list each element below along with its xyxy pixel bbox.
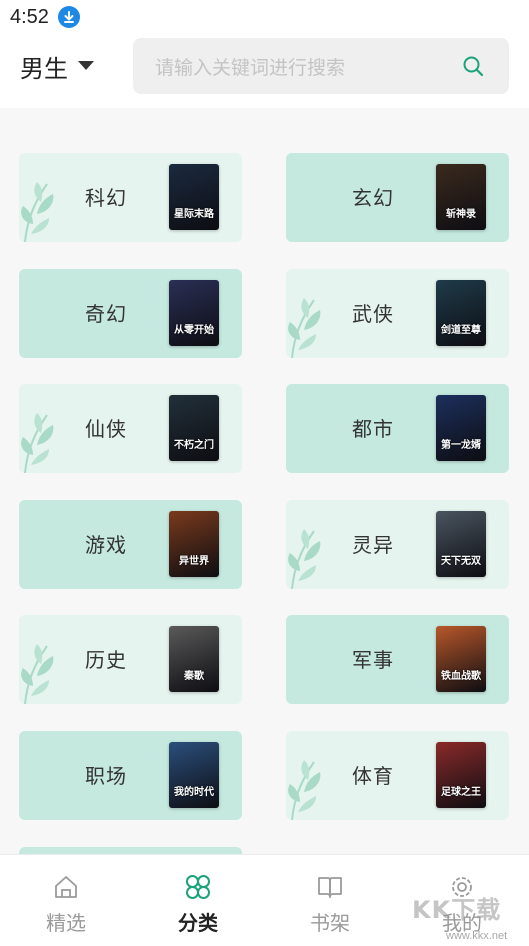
category-label: 军事	[352, 648, 394, 673]
category-label: 游戏	[85, 532, 127, 557]
watermark: KK下载 www.kkx.net	[412, 890, 529, 946]
leaf-decoration-icon	[19, 640, 65, 705]
leaf-decoration-icon	[286, 756, 332, 820]
book-cover-title: 从零开始	[174, 324, 214, 336]
category-card[interactable]: 灵异天下无双	[286, 499, 509, 589]
book-cover-title: 剑道至尊	[441, 324, 481, 336]
category-card[interactable]: 历史秦歌	[19, 615, 242, 705]
book-cover-title: 铁血战歌	[441, 671, 481, 683]
search-input[interactable]: 请输入关键词进行搜索	[133, 38, 509, 94]
category-label: 职场	[85, 764, 127, 788]
category-card[interactable]: 奇幻从零开始	[19, 268, 242, 358]
book-cover-title: 不朽之门	[174, 440, 214, 452]
category-card[interactable]: 玄幻斩神录	[286, 153, 509, 242]
category-card-partial[interactable]	[19, 846, 242, 854]
book-cover: 秦歌	[169, 626, 219, 693]
home-icon	[55, 876, 77, 898]
book-cover: 第一龙婿	[436, 395, 486, 462]
category-grid: 科幻 星际末路 玄幻 斩神录 奇幻 从零开始 武侠 剑道至尊 仙侠 不朽之门 都市 第一龙婿 游戏 异世界…	[0, 108, 529, 854]
category-card[interactable]: 军事铁血战歌	[286, 615, 509, 705]
category-card[interactable]: 体育足球之王	[286, 731, 509, 820]
status-time: 4:52	[10, 6, 49, 28]
category-label: 玄幻	[352, 186, 394, 210]
book-cover-title: 我的时代	[174, 787, 214, 798]
category-label: 都市	[352, 417, 394, 442]
book-cover: 异世界	[169, 510, 219, 577]
status-bar: 4:52	[0, 0, 529, 36]
leaf-decoration-icon	[19, 409, 65, 474]
book-cover-title: 斩神录	[446, 209, 476, 220]
category-card[interactable]: 游戏异世界	[19, 499, 242, 589]
category-label: 灵异	[352, 532, 394, 557]
book-cover: 剑道至尊	[436, 279, 486, 346]
book-cover: 天下无双	[436, 510, 486, 577]
category-card[interactable]: 科幻星际末路	[19, 153, 242, 242]
book-cover-title: 异世界	[179, 555, 209, 567]
search-placeholder: 请输入关键词进行搜索	[155, 57, 346, 79]
book-cover: 斩神录	[436, 164, 486, 230]
book-cover: 足球之王	[436, 742, 486, 808]
leaf-decoration-icon	[286, 294, 332, 358]
category-label: 武侠	[352, 301, 394, 326]
book-cover: 不朽之门	[169, 395, 219, 462]
nav-item-category[interactable]: 分类	[132, 855, 264, 946]
nav-item-bookshelf[interactable]: 书架	[264, 855, 396, 946]
book-cover-title: 星际末路	[174, 209, 214, 220]
gender-selector[interactable]: 男生	[20, 48, 94, 84]
category-label: 体育	[352, 764, 394, 788]
nav-label-bookshelf: 书架	[310, 911, 350, 935]
header: 男生 请输入关键词进行搜索	[0, 36, 529, 108]
watermark-text: KK下载	[412, 896, 502, 924]
download-arrow-icon	[58, 6, 80, 28]
book-cover-title: 天下无双	[441, 555, 481, 567]
category-card[interactable]: 仙侠不朽之门	[19, 384, 242, 474]
leaf-decoration-icon	[19, 178, 65, 242]
leaf-decoration-icon	[286, 525, 332, 589]
category-label: 历史	[85, 648, 127, 673]
nav-label-category: 分类	[178, 911, 218, 935]
watermark-url: www.kkx.net	[446, 930, 508, 942]
book-cover: 从零开始	[169, 279, 219, 346]
category-card[interactable]: 职场我的时代	[19, 731, 242, 820]
category-card[interactable]: 都市第一龙婿	[286, 384, 509, 474]
caret-down-icon	[78, 61, 94, 70]
book-cover: 铁血战歌	[436, 626, 486, 693]
category-label: 奇幻	[85, 301, 127, 326]
category-card[interactable]: 武侠剑道至尊	[286, 268, 509, 358]
book-open-icon	[318, 877, 342, 898]
gender-label: 男生	[20, 54, 68, 83]
search-icon[interactable]	[461, 54, 485, 78]
category-clover-icon	[186, 875, 210, 899]
category-label: 仙侠	[85, 417, 127, 442]
book-cover-title: 足球之王	[441, 787, 481, 798]
nav-label-home: 精选	[46, 911, 86, 935]
book-cover: 我的时代	[169, 742, 219, 808]
nav-item-home[interactable]: 精选	[0, 855, 132, 946]
book-cover-title: 第一龙婿	[441, 440, 481, 452]
book-cover: 星际末路	[169, 164, 219, 230]
category-label: 科幻	[85, 186, 127, 210]
book-cover-title: 秦歌	[184, 671, 204, 683]
